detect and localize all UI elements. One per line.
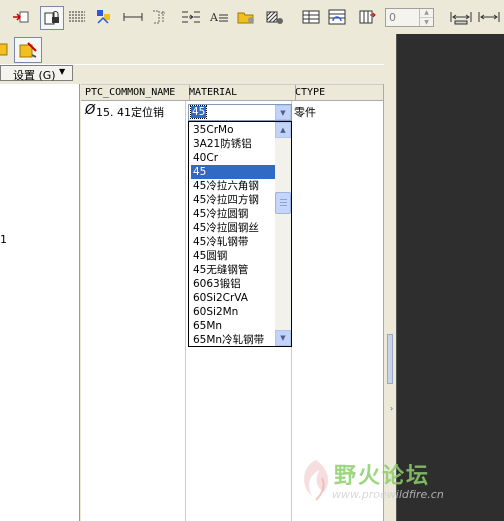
height-dimension-icon[interactable] bbox=[150, 6, 172, 28]
material-list-item[interactable]: 6063锻铝 bbox=[191, 277, 277, 291]
width-dimension-icon[interactable] bbox=[122, 6, 144, 28]
refresh-table-icon[interactable] bbox=[326, 6, 348, 28]
hatch-icon[interactable] bbox=[264, 6, 286, 28]
material-list-item[interactable]: 45冷拉六角钢 bbox=[191, 179, 277, 193]
material-list-item[interactable]: 65Mn冷轧钢带 bbox=[191, 333, 277, 346]
row-ctype: 零件 bbox=[294, 106, 316, 119]
left-panel bbox=[0, 84, 80, 521]
svg-text:A: A bbox=[209, 11, 219, 24]
scroll-down-button[interactable]: ▼ bbox=[275, 330, 291, 346]
graphics-divider bbox=[396, 34, 397, 521]
material-list-item[interactable]: 35CrMo bbox=[191, 123, 277, 137]
combobox-dropdown-button[interactable]: ▼ bbox=[275, 105, 291, 120]
spinner-up-button[interactable]: ▲ bbox=[419, 9, 433, 17]
row-name: 15. 41定位销 bbox=[96, 106, 164, 119]
scroll-up-button[interactable]: ▲ bbox=[275, 122, 291, 138]
settings-menu-button[interactable]: 设置 (G) ▼ bbox=[0, 65, 73, 82]
scroll-thumb[interactable] bbox=[275, 192, 291, 214]
table-grid-icon[interactable] bbox=[66, 6, 88, 28]
material-list-item[interactable]: 45冷拉圆钢 bbox=[191, 207, 277, 221]
lock-table-icon[interactable] bbox=[40, 6, 64, 30]
open-file-icon[interactable] bbox=[236, 6, 258, 28]
material-list-item[interactable]: 60Si2Mn bbox=[191, 305, 277, 319]
material-list-item[interactable]: 3A21防锈铝 bbox=[191, 137, 277, 151]
chevron-down-icon: ▼ bbox=[59, 67, 66, 76]
material-list-item[interactable]: 45冷拉四方钢 bbox=[191, 193, 277, 207]
splitter-grip-icon bbox=[387, 334, 393, 384]
material-dropdown-list: 35CrMo 3A21防锈铝 40Cr 45 45冷拉六角钢 45冷拉四方钢 45冷拉圆钢 4… bbox=[188, 121, 292, 347]
settings-menu-label: 设置 (G) bbox=[13, 69, 56, 82]
watermark-url: www.proewildfire.cn bbox=[332, 488, 444, 501]
column-divider bbox=[185, 101, 186, 521]
expand-arrow-icon[interactable]: › bbox=[390, 404, 393, 413]
edit-cell-icon[interactable] bbox=[300, 6, 322, 28]
material-list-item[interactable]: 60Si2CrVA bbox=[191, 291, 277, 305]
panel-splitter[interactable]: › bbox=[383, 84, 397, 521]
diameter-icon: Ø bbox=[85, 103, 96, 118]
repeat-region-icon[interactable] bbox=[94, 6, 116, 28]
material-list-item[interactable]: 40Cr bbox=[191, 151, 277, 165]
spinner-value: 0 bbox=[389, 11, 396, 24]
list-scrollbar[interactable]: ▲ ▼ bbox=[275, 122, 291, 346]
material-list-item[interactable]: 45 bbox=[191, 165, 277, 179]
material-list-item[interactable]: 45圆钢 bbox=[191, 249, 277, 263]
material-list-item[interactable]: 45冷轧钢带 bbox=[191, 235, 277, 249]
fit-width-icon[interactable] bbox=[450, 6, 472, 28]
watermark-title: 野火论坛 bbox=[334, 464, 431, 489]
fit-height-icon[interactable] bbox=[478, 6, 500, 28]
value-spinner[interactable]: 0 ▲ ▼ bbox=[385, 8, 434, 27]
graphics-panel bbox=[397, 34, 504, 521]
column-header-ctype[interactable]: CTYPE bbox=[291, 85, 387, 100]
material-list-item[interactable]: 45冷拉圆钢丝 bbox=[191, 221, 277, 235]
material-combobox[interactable]: 45 ▼ bbox=[188, 104, 292, 121]
merge-cells-icon[interactable] bbox=[180, 6, 202, 28]
column-insert-icon[interactable] bbox=[356, 6, 378, 28]
column-header-material[interactable]: MATERIAL bbox=[185, 85, 296, 100]
material-list-item[interactable]: 45无缝钢管 bbox=[191, 263, 277, 277]
folder-icon[interactable] bbox=[0, 38, 10, 60]
tools-icon[interactable] bbox=[14, 37, 42, 63]
spinner-down-button[interactable]: ▼ bbox=[419, 17, 433, 26]
column-header-name[interactable]: PTC_COMMON_NAME bbox=[81, 85, 190, 100]
insert-row-icon[interactable] bbox=[10, 6, 32, 28]
left-panel-text: 1 bbox=[0, 233, 7, 246]
material-list-item[interactable]: 65Mn bbox=[191, 319, 277, 333]
text-style-icon[interactable]: A bbox=[208, 6, 230, 28]
material-combobox-value: 45 bbox=[189, 105, 208, 119]
